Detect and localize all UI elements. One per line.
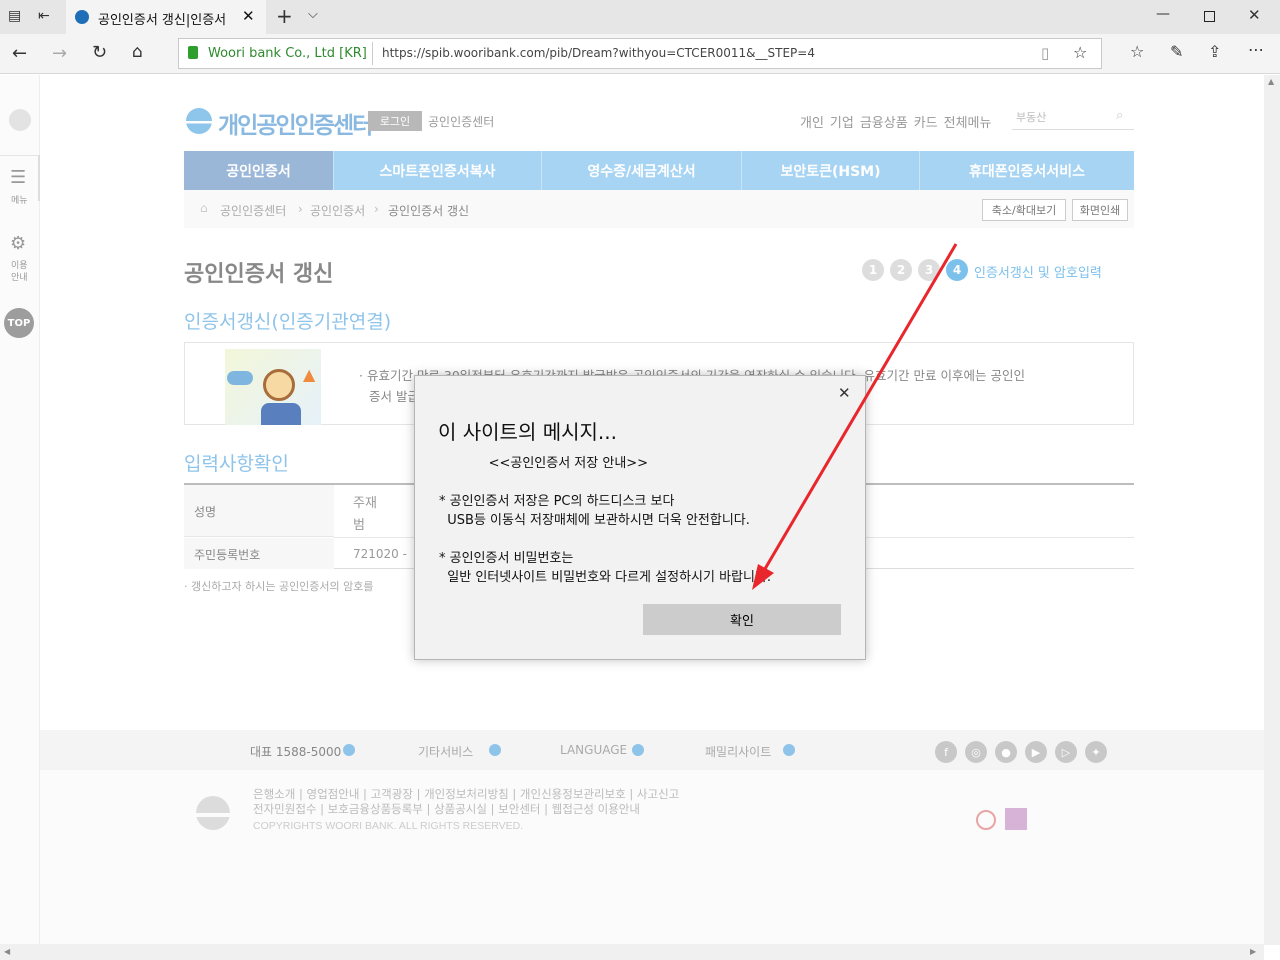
horizontal-scrollbar[interactable]: ◀ ▶ xyxy=(0,944,1264,960)
vertical-scrollbar[interactable]: ▲ xyxy=(1264,75,1280,945)
scroll-up-icon[interactable]: ▲ xyxy=(1268,77,1274,86)
annotation-arrow-head xyxy=(752,564,774,590)
scroll-right-icon[interactable]: ▶ xyxy=(1250,947,1256,956)
annotation-arrow-line xyxy=(760,243,958,575)
annotation-arrow xyxy=(752,243,958,590)
scroll-left-icon[interactable]: ◀ xyxy=(4,947,10,956)
